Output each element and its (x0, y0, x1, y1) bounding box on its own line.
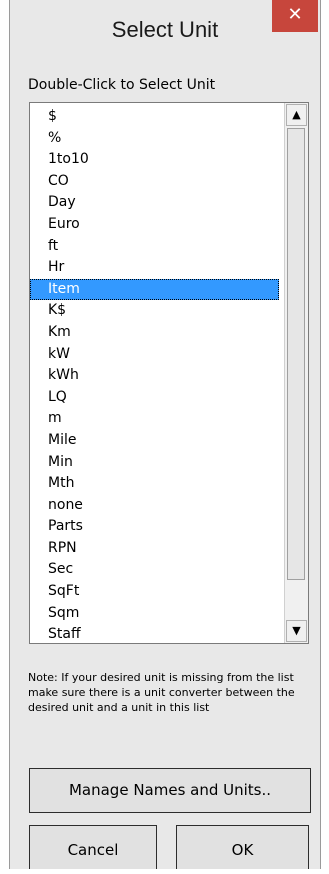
list-item[interactable]: Day (30, 192, 279, 214)
down-arrow-icon: ▼ (292, 624, 301, 637)
list-item[interactable]: % (30, 128, 279, 150)
up-arrow-icon: ▲ (292, 108, 301, 121)
list-item[interactable]: m (30, 408, 279, 430)
list-item[interactable]: Sqm (30, 603, 279, 625)
dialog-title: Select Unit (111, 17, 219, 42)
list-item[interactable]: LQ (30, 387, 279, 409)
list-item[interactable]: kW (30, 344, 279, 366)
missing-unit-note: Note: If your desired unit is missing fr… (28, 671, 295, 714)
list-item[interactable]: Staff (30, 624, 279, 643)
ok-button[interactable]: OK (176, 825, 309, 869)
scroll-down-button[interactable]: ▼ (286, 620, 307, 642)
list-item[interactable]: Km (30, 322, 279, 344)
list-item[interactable]: $ (30, 106, 279, 128)
list-item[interactable]: Item (30, 278, 279, 301)
close-icon: ✕ (287, 4, 303, 25)
select-unit-dialog: Select Unit ✕ Double-Click to Select Uni… (9, 0, 321, 869)
list-item[interactable]: K$ (30, 300, 279, 322)
vertical-scrollbar[interactable]: ▲ ▼ (284, 103, 308, 643)
scrollbar-thumb[interactable] (287, 128, 305, 580)
list-item[interactable]: Euro (30, 214, 279, 236)
list-item[interactable]: kWh (30, 365, 279, 387)
list-item[interactable]: none (30, 495, 279, 517)
close-button[interactable]: ✕ (272, 0, 318, 32)
unit-listbox[interactable]: $% 1to10 CO Day Euro ft Hr Item K$ Km kW kWh LQ m Mile… (29, 102, 309, 644)
list-item[interactable]: ft (30, 236, 279, 258)
list-item[interactable]: RPN (30, 538, 279, 560)
list-item[interactable]: 1to10 (30, 149, 279, 171)
list-item[interactable]: Min (30, 452, 279, 474)
list-item[interactable]: Sec (30, 559, 279, 581)
list-item[interactable]: SqFt (30, 581, 279, 603)
list-item[interactable]: Hr (30, 257, 279, 279)
list-item[interactable]: CO (30, 171, 279, 193)
manage-names-units-button[interactable]: Manage Names and Units.. (29, 768, 311, 813)
list-item[interactable]: Mile (30, 430, 279, 452)
list-instruction: Double-Click to Select Unit (28, 77, 216, 93)
unit-list: $% 1to10 CO Day Euro ft Hr Item K$ Km kW kWh LQ m Mile… (30, 106, 279, 643)
cancel-button[interactable]: Cancel (29, 825, 157, 869)
list-item[interactable]: Parts (30, 516, 279, 538)
scroll-up-button[interactable]: ▲ (286, 104, 307, 126)
title-bar: Select Unit ✕ (10, 0, 320, 58)
list-item[interactable]: Mth (30, 473, 279, 495)
